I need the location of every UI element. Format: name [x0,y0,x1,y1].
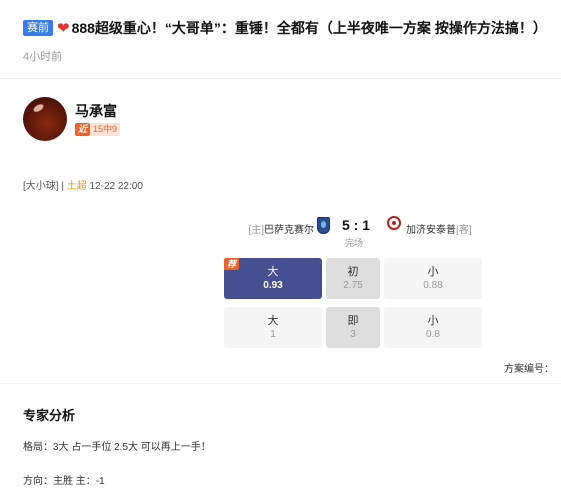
avatar[interactable] [23,97,67,141]
analysis-pattern: 格局：3大 占一手位 2.5大 可以再上一手！ [23,442,211,453]
away-team-name: 加济安泰普 [406,225,456,236]
recommend-badge: 荐 [224,258,240,270]
odds-value: 2.75 [343,279,363,291]
home-team-logo [317,217,330,234]
away-team: 加济安泰普[客] [406,221,472,236]
match-score: 5 : 1 [342,217,371,233]
title-row: 赛前 ❤ 888超级重心！“大哥单”：重锤！全都有（上半夜唯一方案 按操作方法搞… [23,18,561,38]
analysis-title: 专家分析 [23,408,76,423]
odds-cell-big-initial[interactable]: 荐 大 0.93 [224,258,322,299]
odds-value: 1 [270,328,276,340]
home-team: [主]巴萨克赛尔 [248,221,314,236]
odds-label: 大 [267,265,279,278]
divider [0,383,561,384]
post-title[interactable]: 888超级重心！“大哥单”：重锤！全都有（上半夜唯一方案 按操作方法搞！） [72,18,547,38]
odds-label: 小 [427,265,439,278]
odds-cell-line-live: 即 3 [326,307,380,348]
streak-icon: 近 [75,123,91,136]
divider [0,78,561,79]
streak-badge: 近 15中9 [75,123,121,136]
home-team-name: 巴萨克赛尔 [264,225,314,236]
meta-separator: | [58,181,67,192]
streak-text: 15中9 [90,123,121,136]
odds-cell-line-initial: 初 2.75 [326,258,380,299]
away-team-logo [387,216,401,230]
odds-value: 3 [350,328,356,340]
odds-cell-small-initial[interactable]: 小 0.88 [384,258,482,299]
match-datetime: 12-22 22:00 [86,181,143,192]
bet-type: [大小球] [23,181,59,192]
odds-label: 初 [347,265,359,278]
post-header: 赛前 ❤ 888超级重心！“大哥单”：重锤！全都有（上半夜唯一方案 按操作方法搞… [23,18,561,64]
odds-label: 大 [267,314,279,327]
odds-value: 0.88 [423,279,443,291]
author-name[interactable]: 马承富 [75,102,120,120]
home-tag: [主] [248,225,264,236]
pre-match-tag: 赛前 [23,20,53,36]
analysis-direction: 方向：主胜 主：-1 [23,476,105,487]
author-info: 马承富 近 15中9 [75,102,121,136]
match-status: 完场 [345,238,364,248]
post-time: 4小时前 [23,51,63,63]
league-name: 土超 [66,181,87,192]
odds-cell-big-live[interactable]: 大 1 [224,307,322,348]
match-meta: [大小球] | 土超 12-22 22:00 [23,177,143,192]
odds-label: 小 [427,314,439,327]
odds-value: 0.93 [263,279,283,291]
away-tag: [客] [456,225,472,236]
odds-row-live: 大 1 即 3 小 0.8 [224,307,482,348]
odds-row-initial: 荐 大 0.93 初 2.75 小 0.88 [224,258,482,299]
odds-label: 即 [347,314,359,327]
scheme-number: 方案编号： [504,364,554,375]
author-card[interactable]: 马承富 近 15中9 [23,97,121,141]
match-teams: [主]巴萨克赛尔 5 : 1 完场 加济安泰普[客] [224,214,484,254]
odds-value: 0.8 [426,328,440,340]
heart-icon: ❤ [57,20,70,37]
odds-cell-small-live[interactable]: 小 0.8 [384,307,482,348]
